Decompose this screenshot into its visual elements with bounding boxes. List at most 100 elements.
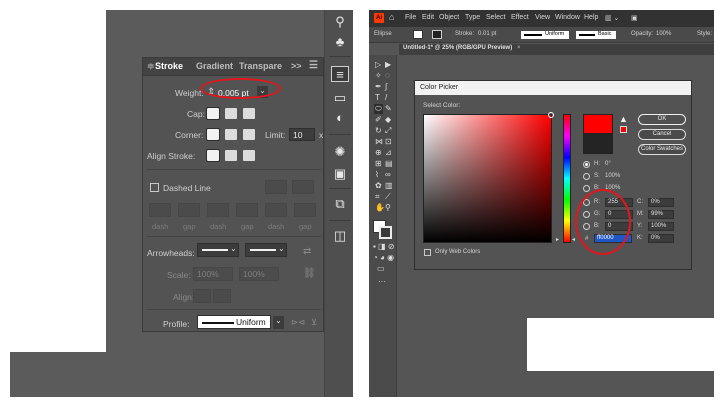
menu-icon[interactable]: ☰ — [309, 60, 318, 71]
start-arrowhead-dropdown[interactable]: ⌄ — [197, 243, 239, 257]
profile-chevron-icon[interactable]: ⌄ — [273, 316, 284, 329]
arrange-documents-icon[interactable]: ▣ — [631, 14, 638, 22]
home-icon[interactable]: ⌂ — [389, 12, 394, 22]
dashed-line-checkbox[interactable] — [150, 183, 159, 192]
width-tool-icon[interactable]: ⋈ — [375, 137, 383, 147]
miter-join-icon[interactable] — [206, 128, 220, 141]
align-center-icon[interactable] — [206, 149, 220, 162]
tab-stroke[interactable]: Stroke — [155, 61, 183, 71]
appearance-icon[interactable]: ✺ — [331, 144, 349, 160]
color-field[interactable] — [423, 112, 554, 243]
menu-edit[interactable]: Edit — [422, 14, 434, 21]
opacity-field[interactable]: 100% — [656, 31, 671, 37]
gamut-color-swatch[interactable] — [620, 126, 627, 133]
brightness-radio[interactable] — [583, 185, 590, 192]
menu-object[interactable]: Object — [439, 14, 459, 21]
artboards-icon[interactable]: ◫ — [331, 228, 349, 244]
fill-swatch[interactable] — [413, 30, 423, 39]
mesh-tool-icon[interactable]: ⊞ — [375, 159, 382, 169]
magenta-field[interactable]: 99% — [648, 210, 674, 219]
arrow-tip-place-icon[interactable] — [213, 289, 231, 303]
menu-window[interactable]: Window — [555, 14, 580, 21]
cancel-button[interactable]: Cancel — [638, 129, 686, 140]
club-symbol-icon[interactable]: ♣ — [331, 34, 349, 50]
menu-file[interactable]: File — [405, 14, 416, 21]
graphic-styles-icon[interactable]: ▣ — [331, 166, 349, 182]
hue-radio[interactable] — [583, 161, 590, 168]
arrow-tip-extend-icon[interactable] — [193, 289, 211, 303]
hue-slider[interactable] — [563, 114, 571, 243]
symbol-sprayer-tool-icon[interactable]: ✿ — [375, 181, 382, 191]
dash-field-1[interactable] — [149, 203, 171, 217]
gap-field-1[interactable] — [178, 203, 200, 217]
menu-help[interactable]: Help — [584, 14, 598, 21]
dash-field-3[interactable] — [265, 203, 287, 217]
gap-field-2[interactable] — [236, 203, 258, 217]
round-cap-icon[interactable] — [225, 108, 237, 119]
line-tool-icon[interactable]: / — [385, 93, 387, 103]
zoom-tool-icon[interactable]: ⚲ — [385, 203, 391, 213]
slice-tool-icon[interactable]: ⟋ — [385, 192, 391, 202]
shaper-tool-icon[interactable]: ✐ — [375, 115, 382, 125]
eyedropper-tool-icon[interactable]: ⌇ — [375, 170, 379, 180]
more-tools-icon[interactable]: ··· — [378, 277, 386, 287]
hue-slider-left-arrow-icon[interactable]: ▸ — [556, 236, 559, 243]
document-tab[interactable]: Untitled-1* @ 25% (RGB/GPU Preview) — [403, 45, 512, 51]
variable-width-dropdown[interactable]: Uniform — [521, 31, 569, 39]
stroke-weight-field[interactable]: 0.01 pt — [478, 31, 496, 37]
start-scale-field[interactable]: 100% — [193, 267, 233, 281]
draw-mode-icons[interactable]: ◔ ◕ ◉ — [373, 253, 394, 263]
ok-button[interactable]: OK — [638, 114, 686, 125]
round-join-icon[interactable] — [225, 129, 237, 140]
collapse-icon[interactable]: ≑ — [147, 61, 155, 72]
align-inside-icon[interactable] — [225, 150, 237, 161]
color-mode-icons[interactable]: ▪ ◨ ⊘ — [373, 242, 395, 252]
link-scale-icon[interactable]: ⛓ — [303, 268, 316, 279]
hue-slider-right-arrow-icon[interactable]: ◂ — [572, 236, 575, 243]
scale-tool-icon[interactable]: ⤢ — [385, 126, 391, 136]
menu-select[interactable]: Select — [486, 14, 505, 21]
preserve-dash-icon[interactable] — [265, 180, 287, 194]
column-graph-tool-icon[interactable]: ▥ — [385, 181, 393, 191]
menu-type[interactable]: Type — [465, 14, 480, 21]
perspective-grid-tool-icon[interactable]: ⊿ — [385, 148, 392, 158]
direct-selection-tool-icon[interactable]: ▶ — [385, 60, 391, 70]
menu-view[interactable]: View — [535, 14, 550, 21]
align-dash-icon[interactable] — [292, 180, 314, 194]
saturation-radio[interactable] — [583, 173, 590, 180]
blend-tool-icon[interactable]: ∞ — [385, 170, 391, 180]
butt-cap-icon[interactable] — [206, 107, 220, 120]
magic-wand-tool-icon[interactable]: ✧ — [375, 71, 382, 81]
tab-overflow-button[interactable]: >> — [291, 61, 302, 71]
workspace-switcher-icon[interactable]: ▥ ⌄ — [605, 14, 619, 22]
bevel-join-icon[interactable] — [243, 129, 255, 140]
swap-arrowheads-icon[interactable]: ⇄ — [303, 246, 311, 257]
color-field-cursor[interactable] — [548, 112, 554, 118]
limit-field[interactable]: 10 — [289, 128, 315, 141]
selection-tool-icon[interactable]: ▷ — [375, 60, 381, 70]
free-transform-tool-icon[interactable]: ⊡ — [385, 137, 392, 147]
brush-dropdown[interactable]: Basic — [576, 31, 616, 39]
stroke-swatch[interactable] — [432, 30, 442, 39]
only-web-colors-checkbox[interactable] — [424, 249, 431, 256]
align-outside-icon[interactable] — [243, 150, 255, 161]
stroke-panel-icon[interactable]: ≡ — [331, 66, 349, 82]
gradient-tool-icon[interactable]: ▤ — [385, 159, 393, 169]
saturation-value[interactable]: 100% — [605, 173, 620, 179]
end-arrowhead-dropdown[interactable]: ⌄ — [245, 243, 287, 257]
hand-tool-icon[interactable]: ✋ — [375, 203, 385, 213]
pen-tool-icon[interactable]: ✒ — [375, 82, 382, 92]
ellipse-tool-icon[interactable]: ⬭ — [374, 104, 383, 114]
paintbrush-tool-icon[interactable]: ✎ — [385, 104, 392, 114]
profile-dropdown[interactable]: Uniform — [197, 315, 271, 329]
transparency-panel-icon[interactable]: ◐ — [331, 110, 349, 126]
puppet-icon[interactable]: ⚲ — [331, 14, 349, 30]
tab-transparency[interactable]: Transpare — [239, 61, 282, 71]
original-color-swatch[interactable] — [583, 134, 613, 154]
out-of-gamut-warning-icon[interactable]: ▲ — [619, 114, 628, 124]
black-field[interactable]: 0% — [648, 234, 674, 243]
flip-across-icon[interactable]: ⊻ — [311, 317, 317, 328]
layers-icon[interactable]: ⧉ — [331, 196, 349, 212]
dash-field-2[interactable] — [207, 203, 229, 217]
cyan-field[interactable]: 0% — [648, 198, 674, 207]
